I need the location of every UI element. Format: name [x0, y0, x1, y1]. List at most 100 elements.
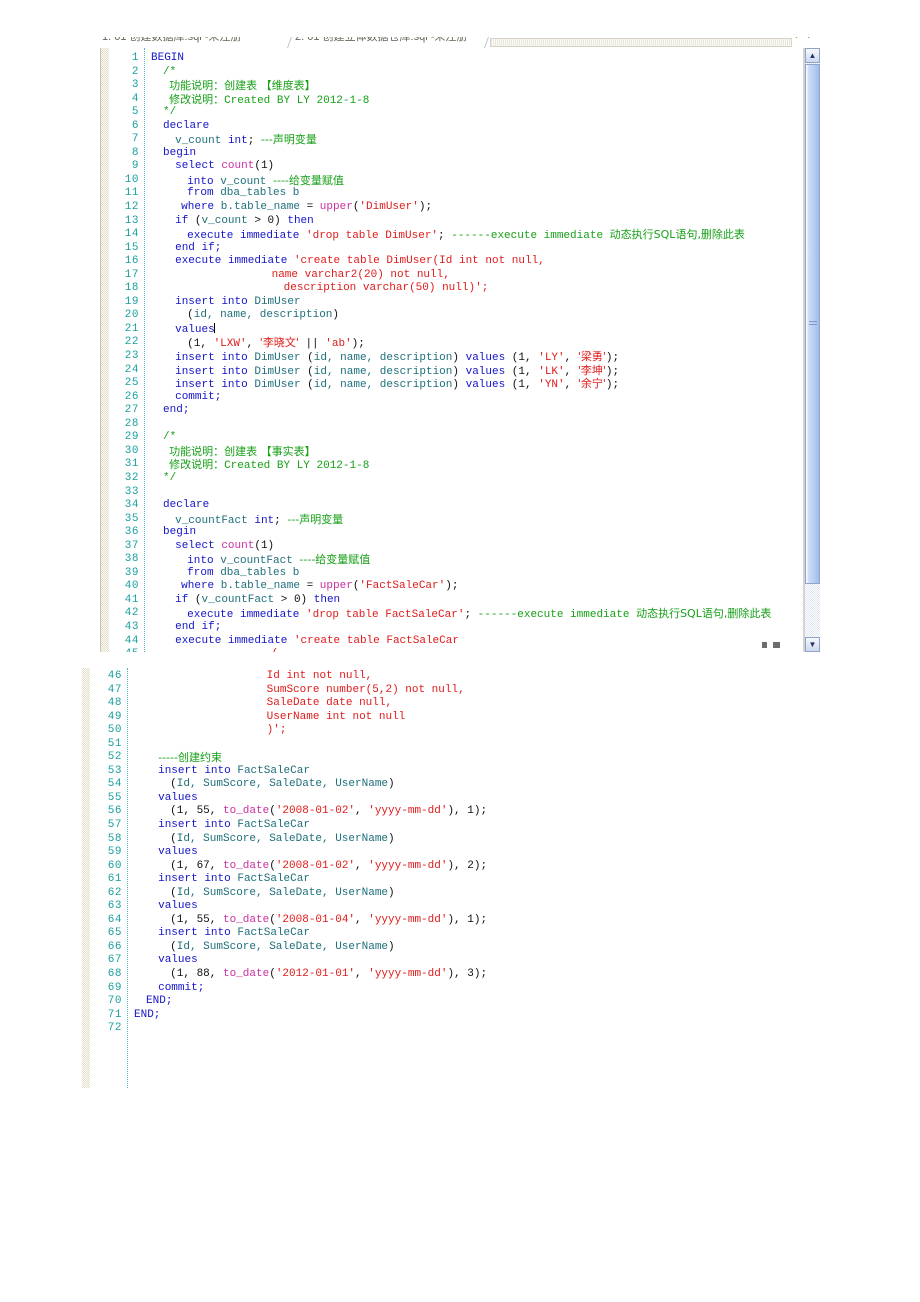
code-line[interactable]: 16 execute immediate 'create table DimUse…	[101, 255, 821, 269]
code-line[interactable]: 47 SumScore number(5,2) not null,	[82, 684, 642, 698]
code-line[interactable]: 24 insert into DimUser (id, name, descrip…	[101, 364, 821, 378]
code-line[interactable]: 6 declare	[101, 120, 821, 134]
code-line[interactable]: 41 if (v_countFact > 0) then	[101, 594, 821, 608]
line-number: 29	[124, 431, 139, 444]
code-line[interactable]: 70 END;	[82, 995, 642, 1009]
tab-create-database[interactable]: 1. 01 创建数据库.sql -未注册	[102, 37, 241, 46]
code-line[interactable]: 39 from dba_tables b	[101, 567, 821, 581]
line-number: 32	[124, 471, 139, 484]
code-line[interactable]: 53 insert into FactSaleCar	[82, 765, 642, 779]
code-line[interactable]: 4 修改说明：Created BY LY 2012-1-8	[101, 93, 821, 107]
code-line[interactable]: 48 SaleDate date null,	[82, 697, 642, 711]
code-line[interactable]: 12 where b.table_name = upper('DimUser');	[101, 201, 821, 215]
code-line[interactable]: 42 execute immediate 'drop table FactSale…	[101, 607, 821, 621]
code-text: end if;	[175, 621, 221, 635]
code-line[interactable]: 11 from dba_tables b	[101, 187, 821, 201]
scroll-up-arrow-icon[interactable]: ▲	[805, 48, 820, 63]
code-line[interactable]: 10 into v_count ----给变量赋值	[101, 174, 821, 188]
code-line[interactable]: 49 UserName int not null	[82, 711, 642, 725]
scroll-down-arrow-icon[interactable]: ▼	[805, 637, 820, 652]
line-number: 49	[107, 710, 122, 723]
code-line[interactable]: 33	[101, 486, 821, 500]
line-number: 11	[124, 187, 139, 200]
code-line[interactable]: 43 end if;	[101, 621, 821, 635]
code-token: (	[269, 859, 276, 872]
code-line[interactable]: 18 description varchar(50) null)';	[101, 282, 821, 296]
code-line[interactable]: 1 BEGIN	[101, 52, 821, 66]
horizontal-scrollbar-fragment[interactable]	[762, 642, 784, 649]
code-line[interactable]: 66 (Id, SumScore, SaleDate, UserName)	[82, 941, 642, 955]
code-line[interactable]: 72	[82, 1022, 642, 1036]
code-line[interactable]: 7 v_count int; ---声明变量	[101, 133, 821, 147]
code-line[interactable]: 9 select count(1)	[101, 160, 821, 174]
code-line[interactable]: 23 insert into DimUser (id, name, descrip…	[101, 350, 821, 364]
code-line[interactable]: 54 (Id, SumScore, SaleDate, UserName)	[82, 778, 642, 792]
vertical-scrollbar[interactable]: ▲ ▼	[804, 48, 820, 652]
code-line[interactable]: 50)';	[82, 724, 642, 738]
code-line[interactable]: 62 (Id, SumScore, SaleDate, UserName)	[82, 887, 642, 901]
code-line[interactable]: 17 name varchar2(20) not null,	[101, 269, 821, 283]
code-token: /*	[163, 431, 177, 444]
code-line[interactable]: 30 功能说明：创建表 【事实表】	[101, 445, 821, 459]
code-line[interactable]: 13 if (v_count > 0) then	[101, 215, 821, 229]
code-line[interactable]: 19 insert into DimUser	[101, 296, 821, 310]
code-line[interactable]: 35 v_countFact int; ---声明变量	[101, 513, 821, 527]
code-line[interactable]: 40 where b.table_name = upper('FactSaleCa…	[101, 580, 821, 594]
code-line[interactable]: 68 (1, 88, to_date('2012-01-01', 'yyyy-mm…	[82, 968, 642, 982]
code-line[interactable]: 5 */	[101, 106, 821, 120]
code-viewport[interactable]: 1 BEGIN 2/* 3 功能说明：创建表 【维度表】 4 修改说明：Created BY…	[100, 48, 821, 652]
code-line[interactable]: 59 values	[82, 846, 642, 860]
code-line[interactable]: 56 (1, 55, to_date('2008-01-02', 'yyyy-mm…	[82, 805, 642, 819]
code-line[interactable]: 51	[82, 738, 642, 752]
line-number: 47	[107, 683, 122, 696]
code-line[interactable]: 63 values	[82, 900, 642, 914]
code-line[interactable]: 65 insert into FactSaleCar	[82, 927, 642, 941]
tab-create-data-warehouse[interactable]: 2. 01 创建立体数据仓库.sql -未注册	[295, 37, 467, 46]
code-token: )	[388, 886, 395, 899]
code-line[interactable]: 71 END;	[82, 1009, 642, 1023]
code-line[interactable]: 32 */	[101, 472, 821, 486]
code-line[interactable]: 15 end if;	[101, 242, 821, 256]
code-line[interactable]: 61 insert into FactSaleCar	[82, 873, 642, 887]
code-line[interactable]: 34 declare	[101, 499, 821, 513]
code-line[interactable]: 60 (1, 67, to_date('2008-01-02', 'yyyy-mm…	[82, 860, 642, 874]
scrollbar-thumb[interactable]	[805, 64, 820, 584]
code-line[interactable]: 26 commit;	[101, 391, 821, 405]
code-token: (	[170, 886, 177, 899]
code-text: description varchar(50) null)';	[284, 282, 489, 296]
code-line[interactable]: 36 begin	[101, 526, 821, 540]
code-line[interactable]: 28	[101, 418, 821, 432]
hscroll-segment	[773, 642, 780, 648]
code-line[interactable]: 67 values	[82, 954, 642, 968]
code-line[interactable]: 58 (Id, SumScore, SaleDate, UserName)	[82, 833, 642, 847]
line-number: 46	[107, 670, 122, 682]
code-line[interactable]: 69 commit;	[82, 982, 642, 996]
code-line[interactable]: 25 insert into DimUser (id, name, descrip…	[101, 377, 821, 391]
code-line[interactable]: 31 修改说明：Created BY LY 2012-1-8	[101, 458, 821, 472]
code-line[interactable]: 37 select count(1)	[101, 540, 821, 554]
code-line[interactable]: 2 /*	[101, 66, 821, 80]
code-line[interactable]: 29 /*	[101, 431, 821, 445]
code-line[interactable]: 55 values	[82, 792, 642, 806]
code-line[interactable]: 27 end;	[101, 404, 821, 418]
code-line[interactable]: 21 values	[101, 322, 821, 337]
code-continuation-block[interactable]: 46 Id int not null, 47 SumScore number(5,2)…	[82, 668, 642, 1088]
code-line[interactable]: 64 (1, 55, to_date('2008-01-04', 'yyyy-mm…	[82, 914, 642, 928]
code-line[interactable]: 44 execute immediate 'create table FactSa…	[101, 635, 821, 649]
code-line[interactable]: 8 begin	[101, 147, 821, 161]
code-line[interactable]: 22 (1, 'LXW', '李晓文' || 'ab');	[101, 336, 821, 350]
code-line[interactable]: 46 Id int not null,	[82, 670, 642, 684]
code-token: from	[187, 566, 214, 579]
code-token: values	[465, 379, 506, 392]
code-line[interactable]: 38 into v_countFact ----给变量赋值	[101, 553, 821, 567]
code-text: where b.table_name = upper('DimUser');	[181, 201, 432, 215]
code-line[interactable]: 45 (	[101, 648, 821, 652]
code-line[interactable]: 14 execute immediate 'drop table DimUser'…	[101, 228, 821, 242]
code-line[interactable]: 3 功能说明：创建表 【维度表】	[101, 79, 821, 93]
tab-scroll-arrows[interactable]: ◂ ▸	[792, 37, 817, 41]
code-line[interactable]: 52 -----创建约束	[82, 751, 642, 765]
code-token: )	[388, 778, 395, 791]
code-line[interactable]: 57 insert into FactSaleCar	[82, 819, 642, 833]
code-line[interactable]: 20 (id, name, description)	[101, 309, 821, 323]
